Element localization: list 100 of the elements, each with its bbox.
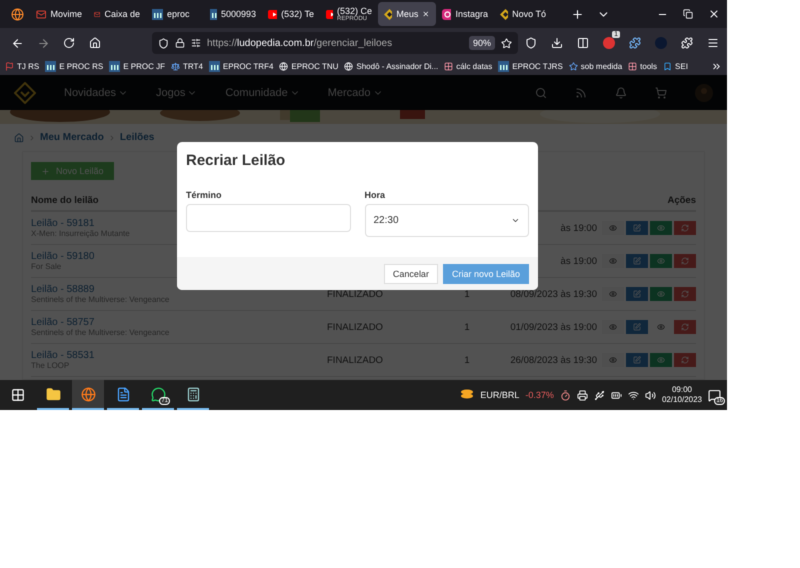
bookmark[interactable]: EPROC TRF4 xyxy=(208,61,274,72)
sliders-icon xyxy=(191,38,201,48)
browser-tab[interactable]: Movime xyxy=(30,2,88,26)
grid-icon xyxy=(444,62,454,71)
shield-icon[interactable] xyxy=(525,37,537,49)
browser-tab[interactable]: (532) Te xyxy=(262,2,320,26)
printer-icon[interactable] xyxy=(576,390,588,400)
date-input[interactable] xyxy=(186,204,350,232)
bookmark[interactable]: EPROC TNU xyxy=(279,62,338,71)
camera-icon xyxy=(442,8,452,20)
restore-icon[interactable] xyxy=(683,9,693,19)
usb-icon[interactable] xyxy=(594,390,605,400)
eye-icon xyxy=(657,356,665,364)
end-date: às 19:00 xyxy=(560,256,597,266)
field-label: Hora xyxy=(364,190,386,200)
browser-tab[interactable]: Caixa de xyxy=(88,2,146,26)
diamond-icon xyxy=(384,8,392,20)
time-select[interactable]: 22:30 xyxy=(364,204,529,237)
eye-icon xyxy=(657,323,665,331)
close-icon[interactable] xyxy=(422,9,430,19)
globe-icon xyxy=(279,62,288,71)
bookmark[interactable]: Shodô - Assinador Di... xyxy=(344,62,438,71)
status-text: FINALIZADO xyxy=(327,322,383,332)
menu-icon[interactable] xyxy=(707,37,719,49)
start-icon[interactable] xyxy=(11,388,25,402)
timer-icon[interactable] xyxy=(560,390,571,400)
bookmark[interactable]: TRT4 xyxy=(171,62,203,71)
browser-tab[interactable]: 5000993 xyxy=(204,2,262,26)
bookmark[interactable]: SEI xyxy=(663,62,688,71)
refresh-icon xyxy=(681,323,689,331)
wifi-icon[interactable] xyxy=(628,390,639,400)
bookmark[interactable]: E PROC RS xyxy=(45,61,104,72)
extensions-icon[interactable] xyxy=(681,37,693,49)
coins-icon xyxy=(460,389,474,401)
pen-icon xyxy=(633,290,641,298)
eye-icon xyxy=(609,323,617,331)
eye-icon xyxy=(657,257,665,265)
pen-icon xyxy=(633,224,641,232)
end-date: às 19:00 xyxy=(560,222,597,234)
status-text: FINALIZADO xyxy=(327,288,383,300)
select-value: 22:30 xyxy=(374,215,399,226)
ticker-symbol: EUR/BRL xyxy=(480,390,520,400)
building-icon xyxy=(498,61,510,72)
clock[interactable]: 09:00 02/10/2023 xyxy=(662,385,702,405)
notifications-icon[interactable] xyxy=(708,388,721,402)
plus-icon xyxy=(41,166,50,176)
volume-icon[interactable] xyxy=(644,390,656,400)
document-icon[interactable] xyxy=(116,386,130,402)
bookmark[interactable]: E PROC JF xyxy=(109,61,166,72)
bookmark[interactable]: tools xyxy=(628,62,658,71)
column-header: Ações xyxy=(667,194,696,206)
sidebar-icon[interactable] xyxy=(577,37,589,49)
chevron-down-icon xyxy=(511,216,520,225)
address-bar[interactable]: https://ludopedia.com.br/gerenciar_leiloes 90% xyxy=(152,32,518,54)
calculator-icon[interactable] xyxy=(186,386,200,402)
mail-icon xyxy=(36,8,46,20)
ticker-change: -0.37% xyxy=(525,390,554,400)
globe-icon xyxy=(344,62,354,71)
pen-icon xyxy=(633,323,641,331)
browser-icon[interactable] xyxy=(80,386,96,402)
download-icon[interactable] xyxy=(551,37,563,49)
lock-icon xyxy=(175,38,185,48)
browser-tab[interactable]: Novo Tó xyxy=(494,2,552,26)
zoom-level[interactable]: 90% xyxy=(468,36,495,50)
bookmark[interactable]: sob medida xyxy=(568,62,622,71)
status-text: FINALIZADO xyxy=(327,354,383,366)
folder-icon[interactable] xyxy=(46,386,60,402)
building-icon xyxy=(45,61,56,72)
puzzle-icon[interactable] xyxy=(629,37,641,49)
cancel-button[interactable]: Cancelar xyxy=(384,264,438,284)
eye-icon xyxy=(609,290,617,298)
quantity-text: 1 xyxy=(464,288,470,300)
eye-icon xyxy=(609,224,617,232)
refresh-icon xyxy=(681,356,689,364)
scale-icon xyxy=(171,62,180,71)
end-date: 26/08/2023 às 19:30 xyxy=(510,354,597,366)
more-icon[interactable] xyxy=(711,61,722,72)
browser-tab[interactable]: Instagra xyxy=(436,2,494,26)
browser-tab[interactable]: Meus xyxy=(378,2,436,26)
back-icon[interactable] xyxy=(10,36,24,50)
chevron-right-icon xyxy=(28,134,36,142)
bookmark[interactable]: EPROC TJRS xyxy=(498,61,563,72)
battery-icon[interactable] xyxy=(610,390,622,400)
eye-icon xyxy=(657,224,665,232)
forward-icon[interactable] xyxy=(36,36,50,50)
quantity-text: 1 xyxy=(464,322,470,332)
bookmark[interactable]: cálc datas xyxy=(444,62,492,71)
refresh-icon xyxy=(681,257,689,265)
new-tab-icon[interactable] xyxy=(570,8,584,20)
extension-icon[interactable] xyxy=(603,37,615,49)
end-date: 08/09/2023 às 19:30 xyxy=(510,288,597,300)
bookmark-star-icon[interactable] xyxy=(501,38,512,48)
close-icon[interactable] xyxy=(708,8,720,20)
refresh-icon xyxy=(681,224,689,232)
flag-icon xyxy=(5,62,14,71)
bookmark[interactable]: TJ RS xyxy=(5,62,40,71)
eye-icon xyxy=(657,290,665,298)
reload-icon[interactable] xyxy=(63,37,75,49)
browser-tab[interactable]: eproc xyxy=(146,2,204,26)
diamond-icon xyxy=(500,8,508,20)
